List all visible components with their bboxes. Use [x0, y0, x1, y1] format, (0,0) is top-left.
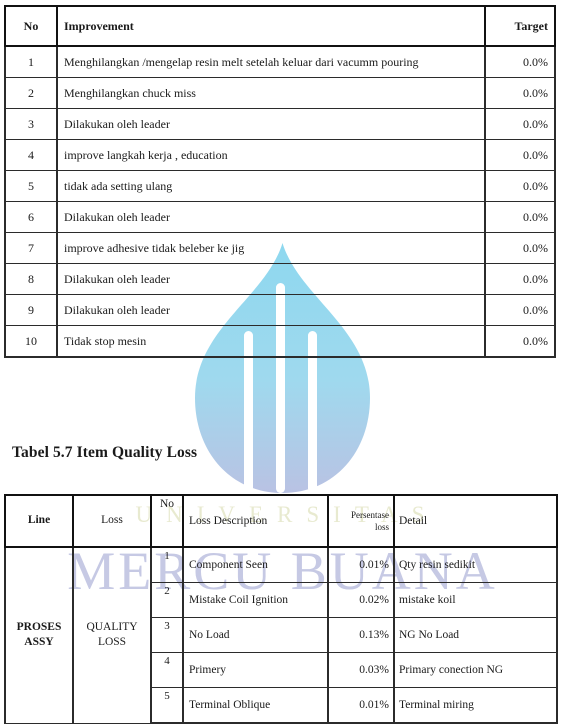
quality-loss-table-head: Line Loss No Loss Description Persentase… [4, 494, 558, 548]
table-row: 2 Menghilangkan chuck miss 0.0% [4, 77, 556, 109]
table-row: 7 improve adhesive tidak beleber ke jig … [4, 232, 556, 264]
table-row: 6 Dilakukan oleh leader 0.0% [4, 201, 556, 233]
cell-no: 10 [4, 325, 58, 358]
cell-description: Component Seen [182, 546, 329, 583]
cell-target: 0.0% [484, 263, 556, 295]
table-row: 10 Tidak stop mesin 0.0% [4, 325, 556, 358]
table-row: 4 improve langkah kerja , education 0.0% [4, 139, 556, 171]
header-target: Target [484, 5, 556, 47]
cell-improvement: Dilakukan oleh leader [56, 294, 486, 326]
cell-improvement: Dilakukan oleh leader [56, 108, 486, 140]
cell-no: 3 [150, 617, 184, 653]
cell-no: 2 [150, 582, 184, 618]
quality-loss-table-body: PROSES ASSY QUALITY LOSS 1 Component See… [4, 546, 558, 724]
cell-no: 5 [4, 170, 58, 202]
table-row: 3 Dilakukan oleh leader 0.0% [4, 108, 556, 140]
improvement-table: No Improvement Target 1 Menghilangkan /m… [4, 5, 556, 358]
cell-description: Terminal Oblique [182, 687, 329, 724]
cell-improvement: Menghilangkan /mengelap resin melt setel… [56, 45, 486, 78]
cell-improvement: Dilakukan oleh leader [56, 263, 486, 295]
header-no: No [150, 494, 184, 548]
improvement-table-head: No Improvement Target [4, 5, 556, 47]
cell-detail: Qty resin sedikit [393, 546, 558, 583]
cell-target: 0.0% [484, 201, 556, 233]
cell-target: 0.0% [484, 108, 556, 140]
cell-percent: 0.13% [327, 617, 395, 653]
cell-improvement: improve langkah kerja , education [56, 139, 486, 171]
cell-description: Mistake Coil Ignition [182, 582, 329, 618]
header-no: No [4, 5, 58, 47]
cell-no: 9 [4, 294, 58, 326]
table-header-row: Line Loss No Loss Description Persentase… [4, 494, 558, 548]
cell-percent: 0.01% [327, 546, 395, 583]
cell-loss: QUALITY LOSS [72, 546, 152, 724]
cell-no: 4 [4, 139, 58, 171]
cell-no: 8 [4, 263, 58, 295]
table-row: 1 Menghilangkan /mengelap resin melt set… [4, 45, 556, 78]
cell-detail: Terminal miring [393, 687, 558, 724]
header-detail: Detail [393, 494, 558, 548]
header-persentase-loss: Persentase loss [327, 494, 395, 548]
table-header-row: No Improvement Target [4, 5, 556, 47]
table-row: PROSES ASSY QUALITY LOSS 1 Component See… [4, 546, 558, 724]
cell-target: 0.0% [484, 45, 556, 78]
cell-no: 6 [4, 201, 58, 233]
cell-description: No Load [182, 617, 329, 653]
cell-target: 0.0% [484, 139, 556, 171]
cell-percent: 0.01% [327, 687, 395, 724]
cell-no: 1 [4, 45, 58, 78]
cell-target: 0.0% [484, 232, 556, 264]
cell-percent: 0.03% [327, 652, 395, 688]
cell-target: 0.0% [484, 294, 556, 326]
cell-target: 0.0% [484, 325, 556, 358]
header-loss: Loss [72, 494, 152, 548]
header-persentase-line2: loss [374, 522, 389, 532]
cell-target: 0.0% [484, 170, 556, 202]
cell-improvement: tidak ada setting ulang [56, 170, 486, 202]
cell-improvement: Dilakukan oleh leader [56, 201, 486, 233]
header-persentase-line1: Persentase [351, 509, 389, 520]
table-caption-5-7: Tabel 5.7 Item Quality Loss [12, 444, 198, 461]
cell-description: Primery [182, 652, 329, 688]
cell-no: 3 [4, 108, 58, 140]
cell-percent: 0.02% [327, 582, 395, 618]
cell-no: 1 [150, 546, 184, 583]
cell-no: 7 [4, 232, 58, 264]
header-line: Line [4, 494, 74, 548]
table-row: 9 Dilakukan oleh leader 0.0% [4, 294, 556, 326]
header-improvement: Improvement [56, 5, 486, 47]
loss-label-line2: LOSS [97, 636, 127, 649]
cell-detail: NG No Load [393, 617, 558, 653]
cell-detail: mistake koil [393, 582, 558, 618]
cell-improvement: improve adhesive tidak beleber ke jig [56, 232, 486, 264]
line-label-line1: PROSES [16, 620, 62, 633]
cell-no: 4 [150, 652, 184, 688]
quality-loss-table: Line Loss No Loss Description Persentase… [4, 494, 558, 724]
cell-detail: Primary conection NG [393, 652, 558, 688]
document-content: No Improvement Target 1 Menghilangkan /m… [0, 0, 563, 724]
cell-line: PROSES ASSY [4, 546, 74, 724]
table-row: 5 tidak ada setting ulang 0.0% [4, 170, 556, 202]
cell-no: 5 [150, 687, 184, 724]
line-label-line2: ASSY [24, 636, 54, 649]
cell-no: 2 [4, 77, 58, 109]
cell-target: 0.0% [484, 77, 556, 109]
table-row: 8 Dilakukan oleh leader 0.0% [4, 263, 556, 295]
improvement-table-body: 1 Menghilangkan /mengelap resin melt set… [4, 45, 556, 358]
cell-improvement: Menghilangkan chuck miss [56, 77, 486, 109]
cell-improvement: Tidak stop mesin [56, 325, 486, 358]
header-loss-description: Loss Description [182, 494, 329, 548]
loss-label-line1: QUALITY [86, 620, 138, 633]
